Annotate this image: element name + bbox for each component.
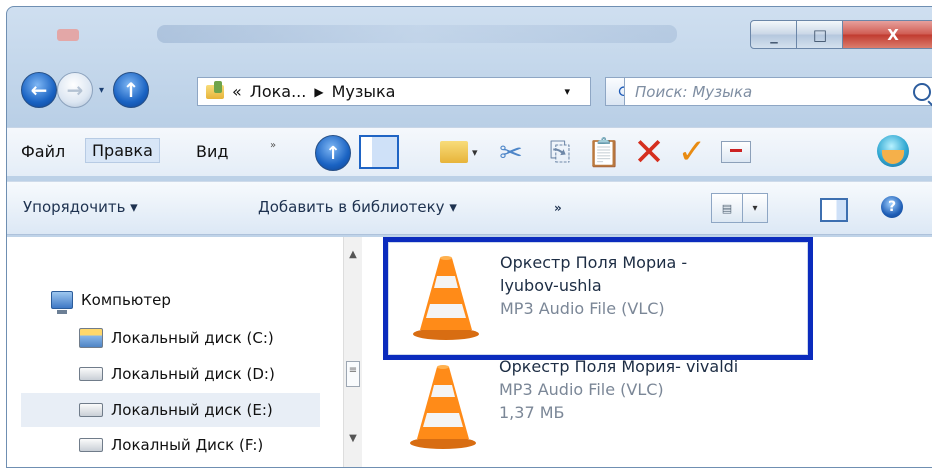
scroll-thumb[interactable]: ≡ [346, 361, 360, 387]
shell-icon[interactable] [877, 135, 909, 167]
maximize-button[interactable]: □ [796, 20, 844, 49]
system-drive-icon [79, 328, 103, 348]
address-bar[interactable]: « Лока... ▶ Музыка ▾ [197, 77, 591, 106]
vlc-cone-svg [413, 256, 479, 340]
folder-icon [206, 80, 224, 99]
file-name-line2: lyubov-ushla [500, 276, 602, 295]
drive-icon [79, 438, 103, 452]
file-name-line1: Оркестр Поля Мориа - [500, 253, 688, 272]
recent-pages-dropdown[interactable]: ▾ [99, 85, 104, 96]
menu-edit[interactable]: Правка [85, 138, 160, 163]
minimize-button[interactable]: _ [750, 20, 798, 49]
scroll-down-button[interactable]: ▼ [344, 433, 362, 444]
search-input[interactable]: Поиск: Музыка [625, 83, 913, 101]
back-button[interactable]: ← [21, 72, 57, 108]
add-to-library-button[interactable]: Добавить в библиотеку ▾ [258, 198, 457, 216]
address-dropdown-icon[interactable]: ▾ [564, 85, 570, 98]
up-button[interactable]: ↑ [113, 72, 149, 108]
more-commands-chevron[interactable]: » [554, 201, 562, 215]
menu-file[interactable]: Файл [21, 142, 65, 161]
file-size: 1,37 МБ [499, 403, 565, 422]
command-bar: Упорядочить ▾ Добавить в библиотеку ▾ » … [7, 181, 932, 235]
file-name: Оркестр Поля Мория- vivaldi [499, 357, 739, 376]
file-item[interactable]: Оркестр Поля Мория- vivaldi MP3 Audio Fi… [379, 355, 799, 467]
nav-item-computer[interactable]: Компьютер [51, 291, 171, 314]
nav-item-label: Локальный диск (D:) [111, 365, 275, 383]
title-bar: _ □ X [7, 7, 932, 55]
file-type: MP3 Audio File (VLC) [500, 299, 665, 318]
nav-item-label: Компьютер [81, 291, 171, 309]
forward-button[interactable]: → [57, 72, 93, 108]
more-menu-chevron[interactable]: » [270, 140, 276, 151]
nav-item-label: Локальный диск (E:) [111, 401, 273, 419]
help-icon[interactable]: ? [881, 196, 903, 218]
preview-pane-icon[interactable] [820, 198, 848, 222]
nav-item-drive-c[interactable]: Локальный диск (C:) [79, 328, 274, 348]
navigation-pane-icon[interactable] [359, 135, 399, 169]
breadcrumb-separator[interactable]: ▶ [314, 85, 323, 99]
view-dropdown-button[interactable]: ▾ [742, 193, 768, 223]
drive-icon [79, 367, 103, 381]
view-mode-icon[interactable]: ▤ [711, 193, 743, 223]
file-text: Оркестр Поля Мория- vivaldi MP3 Audio Fi… [499, 355, 738, 424]
content-area: Компьютер Локальный диск (C:) Локальный … [7, 237, 932, 467]
search-box[interactable]: Поиск: Музыка [624, 77, 932, 106]
nav-item-label: Локалный Диск (F:) [111, 436, 264, 454]
file-item-selected[interactable]: Оркестр Поля Мориа - lyubov-ushla MP3 Au… [383, 237, 813, 360]
close-button[interactable]: X [842, 20, 932, 49]
file-type: MP3 Audio File (VLC) [499, 380, 664, 399]
file-text: Оркестр Поля Мориа - lyubov-ushla MP3 Au… [500, 251, 687, 320]
folder-stack-icon [440, 141, 468, 163]
nav-item-drive-e[interactable]: Локальный диск (E:) [21, 393, 320, 427]
file-list: Оркестр Поля Мориа - lyubov-ushla MP3 Au… [379, 237, 932, 467]
folders-dropdown-icon[interactable]: ▾ [472, 146, 478, 159]
vlc-cone-icon [407, 361, 479, 451]
computer-icon [51, 291, 73, 314]
navigation-scrollbar[interactable]: ▲ ≡ ▼ [343, 237, 362, 467]
navigation-pane: Компьютер Локальный диск (C:) Локальный … [7, 237, 343, 467]
menu-toolbar: Файл Правка Вид » ↑ ▾ ✂ ⎘ 📋 ✕ ✓ [7, 127, 932, 176]
address-row: ← → ▾ ↑ « Лока... ▶ Музыка ▾ ⟳ Поиск: Му… [7, 65, 932, 109]
scroll-up-button[interactable]: ▲ [344, 249, 362, 260]
organize-button[interactable]: Упорядочить ▾ [23, 198, 138, 216]
toolbar-up-icon[interactable]: ↑ [315, 135, 351, 171]
checkmark-icon[interactable]: ✓ [675, 132, 709, 172]
breadcrumb-local[interactable]: Лока... [250, 82, 307, 101]
properties-window-icon [721, 141, 751, 163]
crumb-prefix[interactable]: « [232, 82, 242, 101]
paste-icon[interactable]: 📋 [587, 135, 622, 169]
search-icon[interactable] [913, 82, 931, 101]
breadcrumb-music[interactable]: Музыка [332, 82, 396, 101]
cut-icon[interactable]: ✂ [494, 135, 528, 169]
nav-item-label: Локальный диск (C:) [111, 329, 274, 347]
menu-view[interactable]: Вид [196, 142, 228, 161]
vlc-cone-svg [410, 365, 476, 449]
folders-icon[interactable] [437, 135, 471, 169]
nav-item-drive-f[interactable]: Локалный Диск (F:) [79, 436, 263, 454]
delete-icon[interactable]: ✕ [632, 130, 666, 174]
drive-icon [79, 403, 103, 417]
nav-item-drive-d[interactable]: Локальный диск (D:) [79, 365, 275, 383]
properties-icon[interactable] [719, 135, 753, 169]
vlc-cone-icon [410, 252, 482, 342]
blurred-title-toolbar [57, 25, 677, 43]
copy-icon[interactable]: ⎘ [543, 135, 577, 169]
explorer-window: _ □ X ← → ▾ ↑ « Лока... ▶ Музыка ▾ ⟳ Пои… [6, 6, 932, 468]
